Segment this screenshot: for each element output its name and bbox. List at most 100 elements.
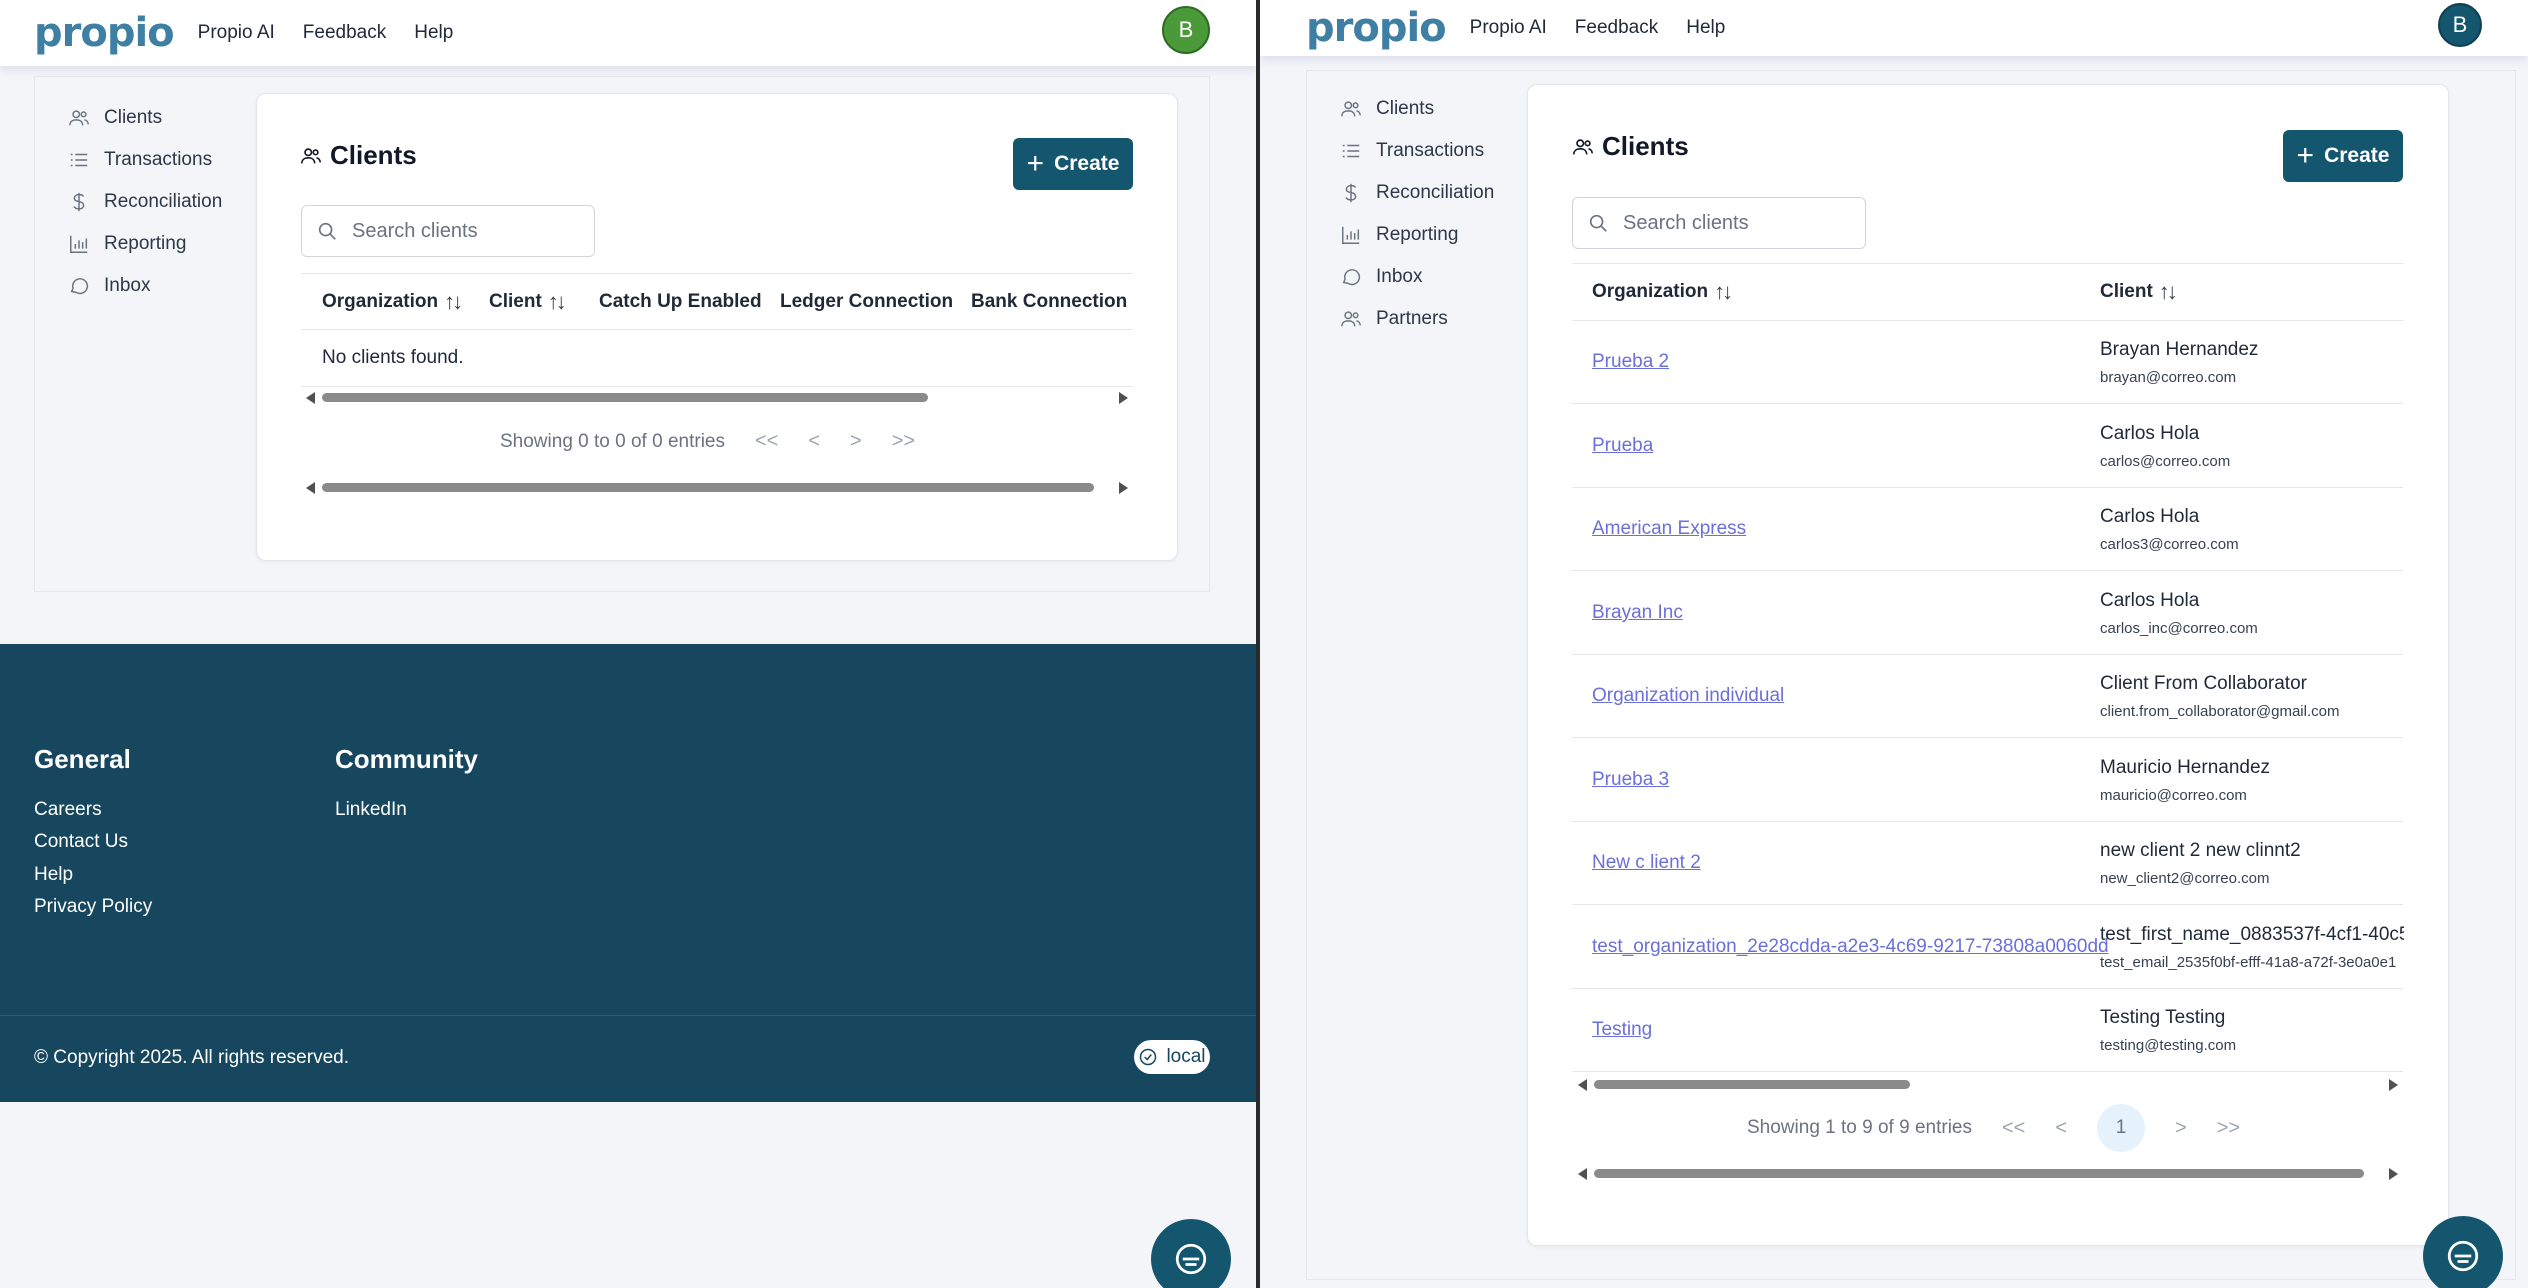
- organization-link[interactable]: test_organization_2e28cdda-a2e3-4c69-921…: [1592, 936, 2109, 958]
- search-input[interactable]: [352, 219, 552, 243]
- client-name: new client 2 new clinnt2: [2100, 840, 2301, 861]
- sidebar-item-transactions[interactable]: Transactions: [68, 139, 222, 181]
- organization-link[interactable]: Prueba 2: [1592, 351, 1669, 373]
- nav-feedback[interactable]: Feedback: [303, 22, 386, 44]
- propio-logo[interactable]: propio: [34, 13, 175, 53]
- column-ledger-connection[interactable]: Ledger Connection: [780, 291, 953, 313]
- sidebar-item-inbox[interactable]: Inbox: [1340, 256, 1494, 298]
- sort-icon[interactable]: ↑↓: [2159, 279, 2178, 305]
- footer-link-linkedin[interactable]: LinkedIn: [335, 799, 407, 821]
- column-organization[interactable]: Organization ↑↓: [322, 289, 463, 315]
- scroll-left-arrow[interactable]: [306, 482, 315, 494]
- sidebar-item-reconciliation[interactable]: Reconciliation: [68, 181, 222, 223]
- sidebar-item-clients[interactable]: Clients: [1340, 88, 1494, 130]
- first-page-button[interactable]: <<: [755, 430, 778, 453]
- first-page-button[interactable]: <<: [2002, 1117, 2025, 1140]
- sidebar: Clients Transactions Reconciliation Repo…: [68, 97, 222, 307]
- entries-summary: Showing 1 to 9 of 9 entries: [1747, 1117, 1972, 1138]
- create-button-label: Create: [2324, 144, 2390, 167]
- page-title-text: Clients: [330, 140, 417, 170]
- prev-page-button[interactable]: <: [808, 430, 820, 453]
- plus-icon: +: [1026, 147, 1045, 180]
- column-client[interactable]: Client ↑↓: [489, 289, 567, 315]
- avatar[interactable]: B: [2438, 3, 2482, 47]
- scroll-left-arrow[interactable]: [1578, 1079, 1587, 1091]
- last-page-button[interactable]: >>: [892, 430, 915, 453]
- column-catch-up-enabled[interactable]: Catch Up Enabled: [599, 291, 762, 313]
- column-bank-connection[interactable]: Bank Connection: [971, 291, 1127, 313]
- organization-link[interactable]: Prueba: [1592, 435, 1653, 457]
- last-page-button[interactable]: >>: [2217, 1117, 2240, 1140]
- sidebar-item-label: Transactions: [104, 149, 213, 170]
- sidebar-item-reporting[interactable]: Reporting: [68, 223, 222, 265]
- sort-icon[interactable]: ↑↓: [444, 289, 463, 315]
- sidebar-item-reconciliation[interactable]: Reconciliation: [1340, 172, 1494, 214]
- sidebar-item-inbox[interactable]: Inbox: [68, 265, 222, 307]
- sidebar-item-partners[interactable]: Partners: [1340, 298, 1494, 340]
- nav-feedback[interactable]: Feedback: [1575, 17, 1658, 39]
- plus-icon: +: [2296, 139, 2315, 172]
- nav-propio-ai[interactable]: Propio AI: [198, 22, 275, 44]
- table-horizontal-scrollbar[interactable]: [1578, 1077, 2398, 1091]
- footer-link-careers[interactable]: Careers: [34, 799, 102, 821]
- client-name: Client From Collaborator: [2100, 673, 2307, 694]
- scroll-right-arrow[interactable]: [1119, 482, 1128, 494]
- table-row: Prueba 3 Mauricio Hernandez mauricio@cor…: [1572, 739, 2403, 822]
- footer-link-privacy-policy[interactable]: Privacy Policy: [34, 896, 152, 918]
- organization-link[interactable]: Brayan Inc: [1592, 602, 1683, 624]
- sidebar-item-clients[interactable]: Clients: [68, 97, 222, 139]
- scroll-thumb[interactable]: [322, 483, 1094, 492]
- column-organization[interactable]: Organization ↑↓: [1592, 279, 1733, 305]
- column-client[interactable]: Client ↑↓: [2100, 279, 2178, 305]
- scroll-left-arrow[interactable]: [1578, 1168, 1587, 1180]
- nav-help[interactable]: Help: [414, 22, 453, 44]
- chat-launcher-button[interactable]: [2423, 1216, 2503, 1288]
- sort-icon[interactable]: ↑↓: [548, 289, 567, 315]
- organization-link[interactable]: Organization individual: [1592, 685, 1784, 707]
- organization-link[interactable]: American Express: [1592, 518, 1746, 540]
- sidebar-item-transactions[interactable]: Transactions: [1340, 130, 1494, 172]
- users-icon: [1573, 138, 1593, 154]
- next-page-button[interactable]: >: [850, 430, 862, 453]
- client-name: Carlos Hola: [2100, 590, 2200, 611]
- entries-summary: Showing 0 to 0 of 0 entries: [500, 430, 725, 452]
- client-email: testing@testing.com: [2100, 1037, 2237, 1054]
- sidebar-item-reporting[interactable]: Reporting: [1340, 214, 1494, 256]
- prev-page-button[interactable]: <: [2055, 1117, 2067, 1140]
- scroll-thumb[interactable]: [1594, 1080, 1910, 1089]
- page-1-button[interactable]: 1: [2097, 1104, 2146, 1152]
- card-horizontal-scrollbar[interactable]: [1578, 1166, 2398, 1180]
- organization-link[interactable]: Prueba 3: [1592, 769, 1669, 791]
- chat-launcher-button[interactable]: [1151, 1219, 1231, 1288]
- sidebar-item-label: Inbox: [1376, 266, 1423, 287]
- scroll-thumb[interactable]: [322, 393, 928, 402]
- footer-link-contact-us[interactable]: Contact Us: [34, 831, 128, 853]
- next-page-button[interactable]: >: [2175, 1117, 2187, 1140]
- scroll-right-arrow[interactable]: [2389, 1079, 2398, 1091]
- card-horizontal-scrollbar[interactable]: [306, 480, 1128, 494]
- footer-link-help[interactable]: Help: [34, 864, 73, 886]
- avatar[interactable]: B: [1162, 6, 1210, 54]
- nav-help[interactable]: Help: [1686, 17, 1725, 39]
- scroll-right-arrow[interactable]: [2389, 1168, 2398, 1180]
- client-name: Testing Testing: [2100, 1007, 2226, 1028]
- sidebar-item-label: Transactions: [1376, 140, 1485, 161]
- dollar-icon: [1345, 183, 1357, 203]
- scroll-thumb[interactable]: [1594, 1169, 2364, 1178]
- nav-propio-ai[interactable]: Propio AI: [1470, 17, 1547, 39]
- create-button[interactable]: + Create: [1013, 138, 1133, 190]
- page-title-text: Clients: [1602, 131, 1689, 161]
- client-email: new_client2@correo.com: [2100, 870, 2270, 887]
- create-button[interactable]: + Create: [2283, 130, 2403, 182]
- table-horizontal-scrollbar[interactable]: [306, 390, 1128, 404]
- organization-link[interactable]: New c lient 2: [1592, 852, 1701, 874]
- search-input[interactable]: [1623, 211, 1823, 235]
- client-name: Mauricio Hernandez: [2100, 757, 2271, 778]
- table-header: Organization ↑↓ Client ↑↓ Catch Up Enabled…: [301, 273, 1133, 330]
- scroll-right-arrow[interactable]: [1119, 392, 1128, 404]
- scroll-left-arrow[interactable]: [306, 392, 315, 404]
- footer: General Careers Contact Us Help Privacy …: [0, 644, 1256, 1102]
- propio-logo[interactable]: propio: [1306, 8, 1447, 48]
- sort-icon[interactable]: ↑↓: [1714, 279, 1733, 305]
- organization-link[interactable]: Testing: [1592, 1019, 1652, 1041]
